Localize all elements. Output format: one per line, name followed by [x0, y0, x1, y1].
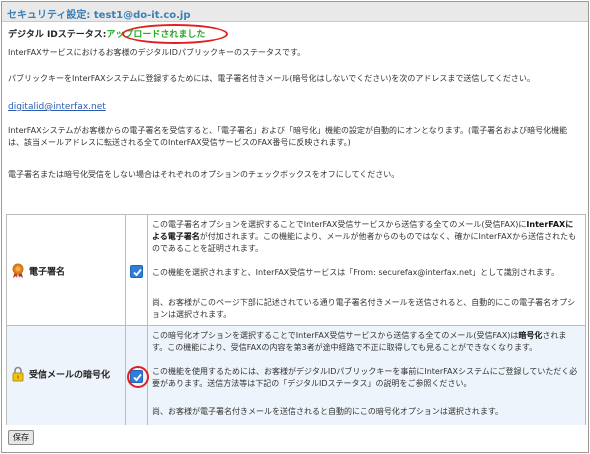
page-title: セキュリティ設定: test1@do-it.co.jp	[7, 10, 191, 21]
digitalid-email-link[interactable]: digitalid@interfax.net	[8, 101, 582, 113]
digital-id-info: デジタル IDステータス:アップロードされました InterFAXサービスにおけ…	[2, 23, 588, 194]
option-description-3: 尚、お客様が電子署名付きメールを送信されると自動的にこの暗号化オプションは選択さ…	[152, 407, 504, 416]
option-label-digital-signature: 電子署名	[29, 267, 66, 278]
header-bar: セキュリティ設定: test1@do-it.co.jp	[2, 2, 588, 22]
desc-text: この暗号化オプションを選択することでInterFAX受信サービスから送信する全て…	[152, 331, 519, 340]
info-paragraph-auto-enable: InterFAXシステムがお客様からの電子署名を受信すると、「電子署名」および「…	[8, 126, 568, 147]
info-paragraph-register: パブリックキーをInterFAXシステムに登録するためには、電子署名付きメール(…	[8, 74, 535, 83]
info-paragraph-opt-out: 電子署名または暗号化受信をしない場合はそれぞれのオプションのチェックボックスをオ…	[8, 170, 400, 179]
option-description-3: 尚、お客様がこのページ下部に記述されている通り電子署名付きメールを送信されると、…	[152, 298, 576, 319]
option-name: 電子署名	[11, 263, 65, 279]
desc-bold-text: 暗号化	[518, 331, 543, 340]
option-label-encryption: 受信メールの暗号化	[29, 370, 111, 381]
option-check-cell	[126, 326, 149, 425]
option-description-cell: この暗号化オプションを選択することでInterFAX受信サービスから送信する全て…	[148, 326, 585, 425]
option-name-cell: 電子署名	[7, 215, 126, 325]
option-description-2: この機能を使用するためには、お客様がデジタルIDパブリックキーを事前にInter…	[152, 367, 578, 388]
digital-id-status-row: デジタル IDステータス:アップロードされました	[8, 24, 228, 44]
ribbon-icon	[11, 263, 25, 279]
option-description-cell: この電子署名オプションを選択することでInterFAX受信サービスから送信する全…	[148, 215, 585, 325]
option-name-cell: 受信メールの暗号化	[7, 326, 126, 425]
option-name: 受信メールの暗号化	[11, 366, 110, 382]
desc-text: が付加されます。この機能により、メールが他者からのものではなく、確かにInter…	[152, 232, 577, 253]
padlock-icon	[11, 366, 25, 382]
encryption-checkbox[interactable]	[127, 366, 149, 388]
option-description-1: この電子署名オプションを選択することでInterFAX受信サービスから送信する全…	[152, 219, 580, 255]
option-row-digital-signature: 電子署名 この電子署名オプションを選択することでInterFAX受信サービスから…	[7, 215, 585, 326]
option-description-1: この暗号化オプションを選択することでInterFAX受信サービスから送信する全て…	[152, 330, 580, 354]
save-button[interactable]: 保存	[8, 430, 34, 445]
info-paragraph-status: InterFAXサービスにおけるお客様のデジタルIDパブリックキーのステータスで…	[8, 48, 306, 57]
desc-text: この電子署名オプションを選択することでInterFAX受信サービスから送信する全…	[152, 220, 527, 229]
options-table: 電子署名 この電子署名オプションを選択することでInterFAX受信サービスから…	[6, 214, 586, 425]
security-settings-panel: セキュリティ設定: test1@do-it.co.jp デジタル IDステータス…	[1, 1, 589, 453]
option-description-2: この機能を選択されますと、InterFAX受信サービスは「From: secur…	[152, 268, 560, 277]
digital-id-status-label: デジタル IDステータス:	[8, 30, 107, 40]
option-row-encryption: 受信メールの暗号化 この暗号化オプションを選択することでInterFAX受信サー…	[7, 326, 585, 425]
digital-id-status-value: アップロードされました	[106, 30, 206, 40]
option-check-cell	[126, 215, 148, 325]
digital-signature-checkbox[interactable]	[130, 265, 143, 278]
